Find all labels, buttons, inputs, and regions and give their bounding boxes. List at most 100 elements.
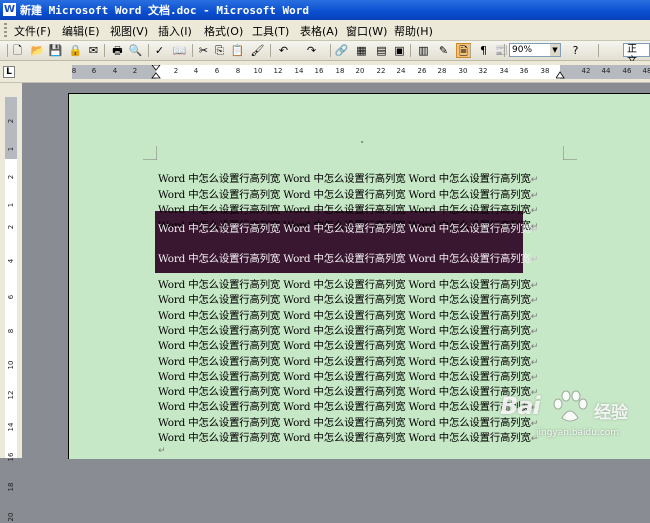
paragraph[interactable]: Word 中怎么设置行高列宽 Word 中怎么设置行高列宽 Word 中怎么设置…	[158, 291, 538, 306]
save-icon[interactable]: 💾	[48, 43, 63, 58]
right-indent-marker-icon[interactable]	[556, 71, 565, 79]
menu-item-1[interactable]: 编辑(E)	[62, 23, 100, 39]
paragraph[interactable]: Word 中怎么设置行高列宽 Word 中怎么设置行高列宽 Word 中怎么设置…	[158, 398, 538, 413]
permission-icon[interactable]: 🔒	[68, 43, 83, 58]
read-icon[interactable]: 📰	[494, 43, 509, 58]
paragraph[interactable]: Word 中怎么设置行高列宽 Word 中怎么设置行高列宽 Word 中怎么设置…	[158, 322, 538, 337]
research-icon[interactable]: 📖	[172, 43, 187, 58]
menu-item-7[interactable]: 窗口(W)	[346, 23, 387, 39]
paragraph-text: Word 中怎么设置行高列宽 Word 中怎么设置行高列宽 Word 中怎么设置…	[158, 432, 531, 444]
paragraph[interactable]: Word 中怎么设置行高列宽 Word 中怎么设置行高列宽 Word 中怎么设置…	[158, 186, 538, 201]
menu-item-6[interactable]: 表格(A)	[300, 23, 338, 39]
zoom-select[interactable]: 90% ▼	[509, 43, 561, 57]
horizontal-ruler[interactable]: 8 6 4 2 2 4 6 8 10 12 14 16 18 20 22 24 26 28 30 32 34 36 38 42…	[72, 65, 650, 79]
ruler-tick-label: 2	[173, 67, 179, 75]
toolbar-separator	[330, 44, 331, 57]
zoom-value: 90%	[512, 45, 533, 55]
menu-item-8[interactable]: 帮助(H)	[394, 23, 433, 39]
insert-table-icon[interactable]: ▤	[374, 43, 389, 58]
drawing-icon[interactable]: ✎	[436, 43, 451, 58]
paragraph[interactable]: Word 中怎么设置行高列宽 Word 中怎么设置行高列宽 Word 中怎么设置…	[158, 276, 538, 291]
paragraph[interactable]: Word 中怎么设置行高列宽 Word 中怎么设置行高列宽 Word 中怎么设置…	[158, 368, 538, 383]
ruler-tick-label: 18	[335, 67, 345, 75]
watermark-url: jingyan.baidu.com	[536, 428, 620, 438]
chevron-down-icon[interactable]: ▼	[550, 44, 560, 56]
spelling-icon[interactable]: ✓	[152, 43, 167, 58]
menu-item-0[interactable]: 文件(F)	[14, 23, 51, 39]
selected-paragraph[interactable]: Word 中怎么设置行高列宽 Word 中怎么设置行高列宽 Word 中怎么设置…	[158, 220, 538, 235]
paragraph-mark-icon: ↵	[530, 326, 539, 337]
menu-item-5[interactable]: 工具(T)	[252, 23, 289, 39]
ruler-tick-label: 34	[499, 67, 509, 75]
paragraph-text: Word 中怎么设置行高列宽 Word 中怎么设置行高列宽 Word 中怎么设置…	[158, 279, 531, 291]
ruler-tick-label: 4	[193, 67, 199, 75]
new-icon[interactable]: 🗋	[10, 43, 25, 58]
style-select[interactable]: 正文	[623, 43, 650, 67]
vruler-tick-label: 18	[7, 482, 15, 492]
columns-icon[interactable]: ▥	[416, 43, 431, 58]
paragraph-mark-icon: ↵	[530, 190, 539, 201]
menu-grip[interactable]	[4, 23, 7, 37]
paste-icon[interactable]: 📋	[230, 43, 245, 58]
ruler-tick-label: 48	[642, 67, 650, 75]
document-map-icon[interactable]: 🗎	[456, 43, 471, 58]
paragraph-text: Word 中怎么设置行高列宽 Word 中怎么设置行高列宽 Word 中怎么设置…	[158, 253, 531, 265]
paragraph[interactable]: Word 中怎么设置行高列宽 Word 中怎么设置行高列宽 Word 中怎么设置…	[158, 337, 538, 352]
vertical-ruler-bar: 2 1 2 1 2 4 6 8 10 12 14 16 18 20	[0, 83, 22, 521]
vruler-tick-label: 8	[7, 328, 15, 334]
redo-icon[interactable]: ↷	[304, 43, 319, 58]
menu-item-3[interactable]: 插入(I)	[158, 23, 192, 39]
menu-item-4[interactable]: 格式(O)	[204, 23, 243, 39]
ruler-tick-label: 36	[519, 67, 529, 75]
horizontal-ruler-bar: L 8 6 4 2 2 4 6 8 10 12 14 16 18 20 22 24 26 28 30 32 34 36 38…	[0, 61, 650, 83]
paragraph-text: Word 中怎么设置行高列宽 Word 中怎么设置行高列宽 Word 中怎么设置…	[158, 401, 531, 414]
toolbar-separator	[598, 44, 599, 57]
paragraph[interactable]: Word 中怎么设置行高列宽 Word 中怎么设置行高列宽 Word 中怎么设置…	[158, 170, 538, 185]
ruler-tick-label: 8	[235, 67, 241, 75]
paragraph-text: Word 中怎么设置行高列宽 Word 中怎么设置行高列宽 Word 中怎么设置…	[158, 340, 531, 353]
paragraph-mark-icon: ↵	[530, 296, 539, 307]
undo-icon[interactable]: ↶	[276, 43, 291, 58]
selected-paragraph[interactable]: Word 中怎么设置行高列宽 Word 中怎么设置行高列宽 Word 中怎么设置…	[158, 250, 538, 265]
hyperlink-icon[interactable]: 🔗	[334, 43, 349, 58]
vruler-tick-label: 20	[7, 512, 15, 522]
vertical-ruler[interactable]: 2 1 2 1 2 4 6 8 10 12 14 16 18 20	[5, 97, 17, 521]
cut-icon[interactable]: ✂	[196, 43, 211, 58]
vruler-tick-label: 2	[7, 174, 15, 180]
paragraph-mark-icon: ↵	[530, 175, 539, 185]
format-painter-icon[interactable]: 🖌	[250, 43, 265, 58]
print-preview-icon[interactable]: 🔍	[128, 43, 143, 58]
paragraph[interactable]: Word 中怎么设置行高列宽 Word 中怎么设置行高列宽 Word 中怎么设置…	[158, 307, 538, 322]
watermark-brand: Bai	[500, 392, 541, 420]
vruler-tick-label: 1	[7, 202, 15, 208]
help-icon[interactable]: ?	[568, 43, 583, 58]
title-bar: W 新建 Microsoft Word 文档.doc - Microsoft W…	[0, 0, 650, 20]
paragraph[interactable]: Word 中怎么设置行高列宽 Word 中怎么设置行高列宽 Word 中怎么设置…	[158, 383, 538, 398]
vruler-tick-label: 10	[7, 360, 15, 370]
show-hide-icon[interactable]: ¶	[476, 43, 491, 58]
watermark-brand-cn: 经验	[594, 403, 628, 423]
paragraph[interactable]: Word 中怎么设置行高列宽 Word 中怎么设置行高列宽 Word 中怎么设置…	[158, 353, 538, 368]
paragraph[interactable]: Word 中怎么设置行高列宽 Word 中怎么设置行高列宽 Word 中怎么设置…	[158, 429, 538, 444]
insert-excel-icon[interactable]: ▣	[392, 43, 407, 58]
vruler-tick-label: 2	[7, 224, 15, 230]
copy-icon[interactable]: ⎘	[212, 43, 227, 58]
paragraph-mark-icon: ↵	[530, 342, 539, 353]
ruler-tick-label: 26	[417, 67, 427, 75]
empty-paragraph[interactable]: ↵	[158, 444, 166, 456]
tables-borders-icon[interactable]: ▦	[354, 43, 369, 58]
paragraph[interactable]: Word 中怎么设置行高列宽 Word 中怎么设置行高列宽 Word 中怎么设置…	[158, 201, 538, 216]
vruler-tick-label: 4	[7, 258, 15, 264]
paragraph[interactable]: Word 中怎么设置行高列宽 Word 中怎么设置行高列宽 Word 中怎么设置…	[158, 414, 538, 429]
paragraph-mark-icon: ↵	[530, 311, 539, 322]
paragraph-text: Word 中怎么设置行高列宽 Word 中怎么设置行高列宽 Word 中怎么设置…	[158, 386, 531, 399]
email-icon[interactable]: ✉	[86, 43, 101, 58]
open-icon[interactable]: 📂	[30, 43, 45, 58]
window-title: 新建 Microsoft Word 文档.doc - Microsoft Wor…	[20, 4, 310, 17]
tab-selector-button[interactable]: L	[3, 66, 15, 78]
word-icon[interactable]: W	[3, 3, 16, 16]
menu-item-2[interactable]: 视图(V)	[110, 23, 148, 39]
print-icon[interactable]: 🖶	[110, 43, 125, 58]
ruler-tick-label: 14	[294, 67, 304, 75]
indent-marker-icon[interactable]	[151, 65, 161, 79]
